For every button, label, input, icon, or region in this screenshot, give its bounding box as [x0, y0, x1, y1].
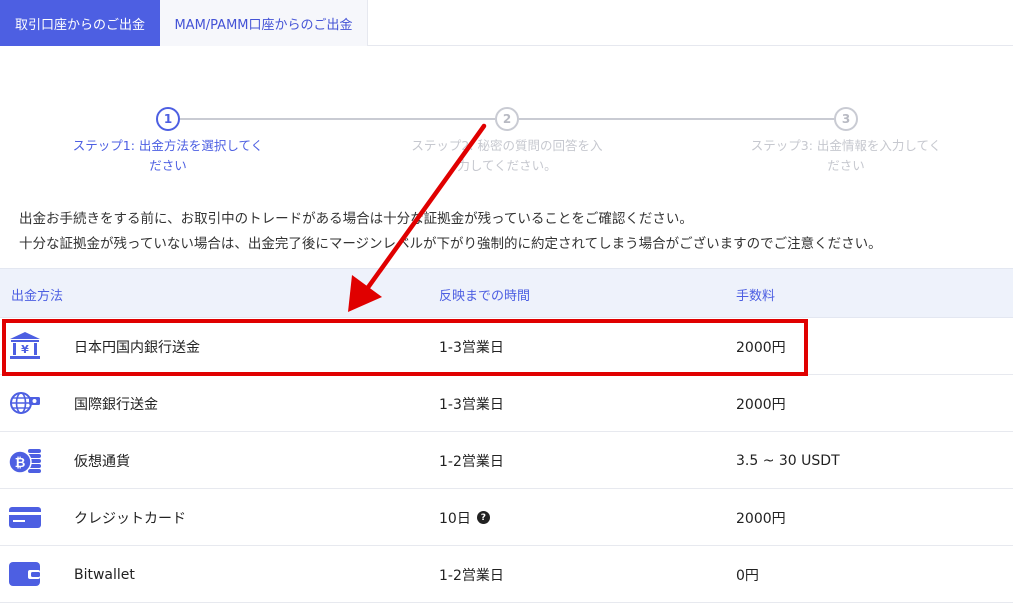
header-time: 反映までの時間 — [439, 288, 531, 304]
bitcoin-icon: ₿ — [8, 444, 42, 476]
table-row-international-bank[interactable]: 国際銀行送金 1-3営業日 2000円 — [0, 375, 1013, 432]
step-3-indicator: 3 — [834, 107, 858, 131]
method-name: 国際銀行送金 — [74, 396, 158, 413]
method-name: 日本円国内銀行送金 — [74, 339, 200, 356]
fee: 3.5 ~ 30 USDT — [736, 452, 840, 469]
processing-time-cell: 10日 ? — [439, 489, 490, 546]
svg-text:¥: ¥ — [21, 343, 29, 356]
table-row-credit-card[interactable]: クレジットカード 10日 ? 2000円 — [0, 489, 1013, 546]
processing-time: 10日 — [439, 510, 471, 527]
processing-time: 1-3営業日 — [439, 339, 504, 356]
table-row-bitwallet[interactable]: Bitwallet 1-2営業日 0円 — [0, 546, 1013, 603]
table-row-domestic-bank[interactable]: ¥ 日本円国内銀行送金 1-3営業日 2000円 — [0, 318, 1013, 375]
step-2-indicator: 2 — [495, 107, 519, 131]
globe-transfer-icon — [8, 387, 42, 419]
withdrawal-tabs: 取引口座からのご出金 MAM/PAMM口座からのご出金 — [0, 0, 1013, 46]
credit-card-icon — [8, 501, 42, 533]
method-name: クレジットカード — [74, 510, 186, 527]
method-name: 仮想通貨 — [74, 453, 130, 470]
step-2-label: ステップ2: 秘密の質問の回答を入力してください。 — [411, 138, 603, 173]
notice-line-1: 出金お手続きをする前に、お取引中のトレードがある場合は十分な証拠金が残っているこ… — [19, 211, 693, 227]
table-header: 出金方法 反映までの時間 手数料 — [0, 268, 1013, 318]
table-row-crypto[interactable]: ₿ 仮想通貨 1-2営業日 3.5 ~ 30 USDT — [0, 432, 1013, 489]
help-icon[interactable]: ? — [476, 511, 490, 524]
fee: 0円 — [736, 567, 759, 584]
step-connector — [519, 118, 834, 120]
processing-time: 1-2営業日 — [439, 567, 504, 584]
header-fee: 手数料 — [736, 288, 776, 304]
step-3-label: ステップ3: 出金情報を入力してください — [750, 138, 942, 173]
fee: 2000円 — [736, 339, 786, 356]
header-method: 出金方法 — [11, 288, 64, 304]
processing-time: 1-2営業日 — [439, 453, 504, 470]
tab-mam-pamm-withdrawal[interactable]: MAM/PAMM口座からのご出金 — [160, 0, 368, 46]
step-connector — [180, 118, 495, 120]
margin-notice: 出金お手続きをする前に、お取引中のトレードがある場合は十分な証拠金が残っているこ… — [19, 207, 882, 257]
tab-trading-account-withdrawal[interactable]: 取引口座からのご出金 — [0, 0, 160, 46]
step-1-indicator: 1 — [156, 107, 180, 131]
svg-text:₿: ₿ — [15, 456, 26, 471]
bank-icon: ¥ — [8, 330, 42, 362]
notice-line-2: 十分な証拠金が残っていない場合は、出金完了後にマージンレベルが下がり強制的に約定… — [19, 236, 882, 252]
step-1-label: ステップ1: 出金方法を選択してください — [72, 138, 264, 173]
method-name: Bitwallet — [74, 566, 135, 583]
fee: 2000円 — [736, 510, 786, 527]
wallet-icon — [8, 558, 42, 590]
processing-time: 1-3営業日 — [439, 396, 504, 413]
fee: 2000円 — [736, 396, 786, 413]
